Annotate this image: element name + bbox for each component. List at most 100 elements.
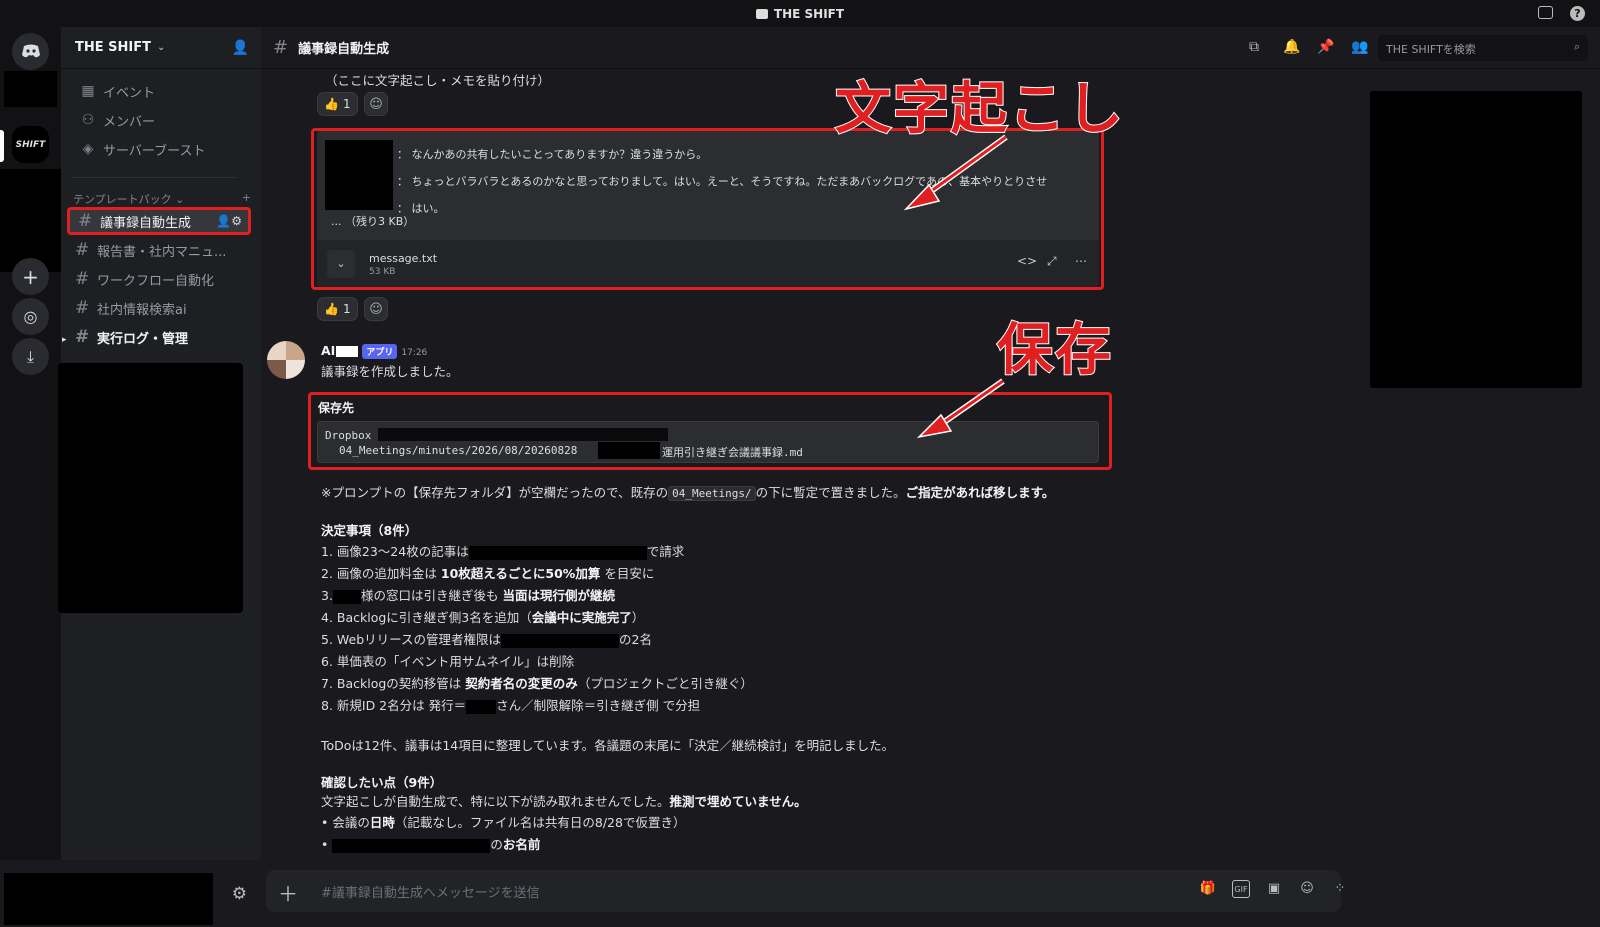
hash-icon: # [75,240,90,260]
bold-text: 会議中に実施完了 [531,610,632,625]
channel-settings-icons[interactable]: 👤⚙ [216,214,242,228]
message-list: （ここに文字起こし・メモを貼り付け） 👍 1 ☺ ： なんかあの共有したいことって… [261,69,1346,869]
text: • 会議の [321,815,370,830]
channel-internal-search-ai[interactable]: # 社内情報検索ai [67,294,251,322]
annotation-arrow-transcript [903,134,1008,211]
sticker-icon[interactable]: ▣ [1265,880,1283,898]
server-name: THE SHIFT [75,40,151,55]
thumbs-up-icon: 👍 [324,97,339,111]
redacted-channel-list [58,363,243,613]
note-part: ※プロンプトの【保存先フォルダ】が空欄だったので、既存の [321,485,669,500]
decision-item: 1. 画像23～24枚の記事は で請求 [321,541,684,560]
reaction-thumbs-up[interactable]: 👍 1 [317,92,358,116]
confirm-intro: 文字起こしが自動生成で、特に以下が読み取れませんでした。推測で埋めていません。 [321,791,807,810]
channel-label: 実行ログ・管理 [97,331,189,347]
user-settings-gear-icon[interactable]: ⚙ [232,884,247,904]
chevron-down-icon: ⌄ [156,42,166,53]
member-list-icon[interactable]: 👥 [1351,39,1368,55]
pin-icon[interactable]: 📌 [1317,39,1334,55]
add-server-icon[interactable]: + [12,258,49,295]
sidebar-item-members[interactable]: ⚇ メンバー [71,107,251,133]
boost-icon: ◈ [82,141,94,157]
redacted-server [4,71,57,107]
gif-icon[interactable]: GIF [1232,880,1250,898]
decision-item: 3. 様の窓口は引き継ぎ後も 当面は現行側が継続 [321,585,615,604]
channel-sidebar: THE SHIFT ⌄ 👤 ▦ イベント ⚇ メンバー ◈ サーバーブースト テンプレ… [0,27,261,927]
bot-message-header: AI アプリ 17:26 [321,343,427,359]
text: 様の窓口は引き継ぎ後も [360,588,499,603]
channel-workflow-automation[interactable]: # ワークフロー自動化 [67,265,251,293]
sidebar-item-events[interactable]: ▦ イベント [71,78,251,104]
redacted [501,633,620,648]
gift-icon[interactable]: 🎁 [1199,880,1217,898]
redacted-bot-name [336,346,359,357]
reaction-count: 1 [342,97,351,111]
decision-item: 2. 画像の追加料金は 10枚超えるごとに50%加算 を目安に [321,563,654,582]
decision-item: 8. 新規ID 2名分は 発行＝ さん／制限解除＝引き継ぎ側 で分担 [321,695,700,714]
member-panel [1346,69,1600,927]
emoji-icon[interactable]: ☺ [1298,880,1316,898]
help-icon[interactable]: ? [1570,6,1585,21]
invite-people-icon[interactable]: 👤 [232,40,249,56]
decisions-heading: 決定事項（8件） [321,523,418,538]
text: で請求 [646,544,685,559]
text: 3. [321,588,333,603]
text: を目安に [604,566,655,581]
message-composer[interactable]: ＋ #議事録自動生成へメッセージを送信 🎁 GIF ▣ ☺ ⁘ [266,870,1345,912]
server-icon-shift[interactable]: SHIFT [12,126,49,163]
note-text: ※プロンプトの【保存先フォルダ】が空欄だったので、既存の 04_Meetings/… [321,482,1054,501]
inbox-icon[interactable] [1538,6,1553,19]
discover-icon[interactable]: ◎ [12,298,49,335]
channel-label: 報告書・社内マニュ... [97,244,227,260]
text: （記載なし。ファイル名は共有日の8/28で仮置き） [394,815,686,830]
channel-report-manual[interactable]: # 報告書・社内マニュ... [67,236,251,264]
annotation-arrow-save [916,378,1005,439]
redacted [468,545,647,560]
decision-item: 5. Webリリースの管理者権限は の2名 [321,629,652,648]
decision-item: 4. Backlogに引き継ぎ側3名を追加（会議中に実施完了） [321,607,644,626]
search-input[interactable]: THE SHIFTを検索 ⌕ [1378,35,1588,61]
bold-text: 日時 [369,815,395,830]
note-bold: ご指定があれば移します。 [905,485,1055,500]
app-badge: アプリ [362,344,398,359]
search-icon: ⌕ [1573,40,1580,53]
expand-caret-icon[interactable]: ▸ [62,335,67,345]
composer-placeholder[interactable]: #議事録自動生成へメッセージを送信 [321,882,540,901]
attach-plus-icon[interactable]: ＋ [278,878,298,907]
text: の2名 [619,632,652,647]
divider [73,177,237,178]
channel-execution-log[interactable]: # 実行ログ・管理 [67,323,251,351]
note-part: の下に暫定で置きました。 [755,485,906,500]
server-header[interactable]: THE SHIFT ⌄ 👤 [61,27,261,69]
calendar-icon: ▦ [81,83,95,99]
bold-text: 当面は現行側が継続 [502,588,615,603]
sidebar-item-server-boost[interactable]: ◈ サーバーブースト [71,136,251,162]
user-panel: ⚙ [0,860,261,927]
threads-icon[interactable]: ⧉ [1249,39,1259,55]
summary-text: ToDoは12件、議事は14項目に整理しています。各議題の末尾に「決定／継続検討… [321,738,895,753]
discord-home-icon[interactable] [12,33,49,70]
text: 文字起こしが自動生成で、特に以下が読み取れませんでした。 [321,794,670,809]
text: 7. Backlogの契約移管は [321,676,462,691]
channel-label: ワークフロー自動化 [97,273,215,289]
category-template-pack[interactable]: テンプレートパック ⌄ + [73,191,251,207]
add-reaction-icon[interactable]: ☺ [364,297,388,321]
decision-item: 7. Backlogの契約移管は 契約者名の変更のみ（プロジェクトごと引き継ぐ） [321,673,753,692]
channel-minutes-autogen[interactable]: # 議事録自動生成 👤⚙ [67,207,251,235]
download-icon[interactable]: ⤓ [12,338,49,375]
bot-intro-text: 議事録を作成しました。 [321,364,459,379]
message-timestamp: 17:26 [401,348,428,358]
add-channel-icon[interactable]: + [242,191,251,207]
reaction-thumbs-up[interactable]: 👍 1 [317,297,358,321]
bot-avatar[interactable] [267,341,305,379]
sidebar-item-label: メンバー [103,114,156,130]
bot-name[interactable]: AI [321,343,335,358]
confirm-heading: 確認したい点（9件） [321,775,443,790]
sidebar-item-label: サーバーブースト [103,143,206,159]
hash-icon: # [75,298,90,318]
add-reaction-icon[interactable]: ☺ [364,92,388,116]
channel-header: # 議事録自動生成 ⧉ 🔔 📌 👥 THE SHIFTを検索 ⌕ [261,27,1600,69]
bell-icon[interactable]: 🔔 [1283,39,1300,55]
app-logo-icon [755,8,768,19]
text: ） [631,610,645,625]
